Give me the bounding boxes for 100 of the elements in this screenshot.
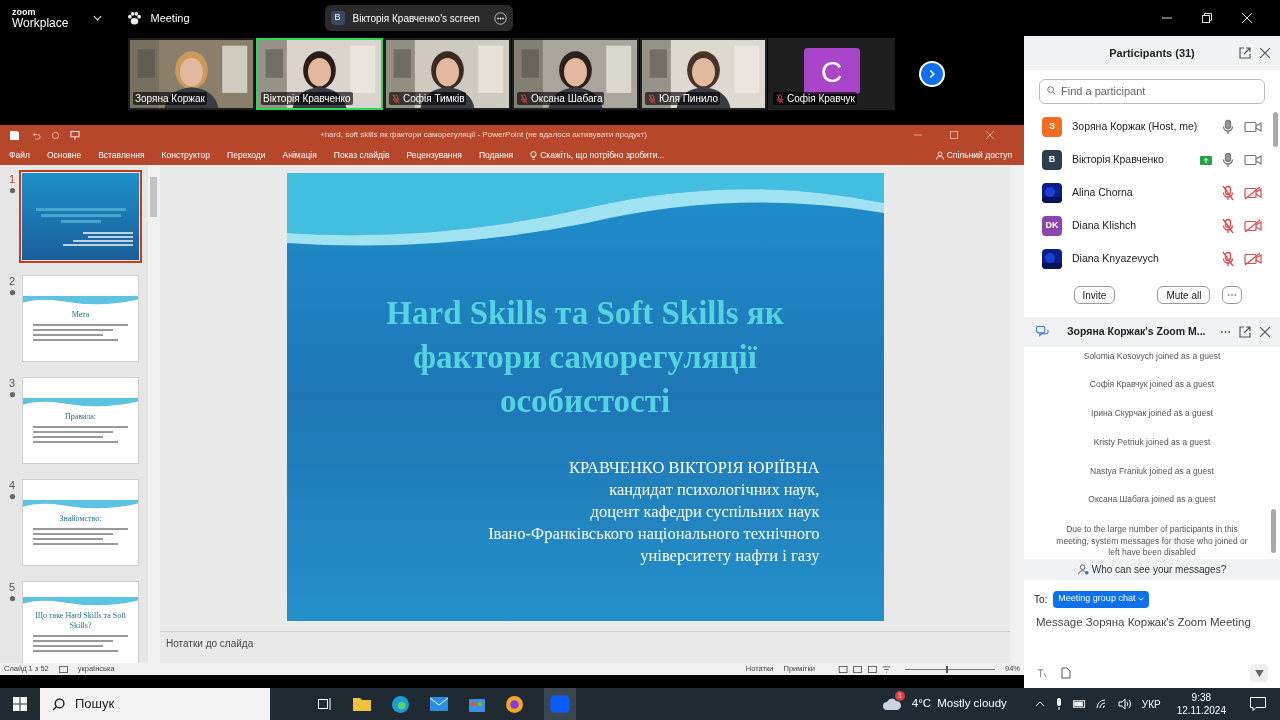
chevron-right-icon: [928, 69, 936, 79]
app-logo-subtitle: Workplace: [12, 16, 69, 29]
pop-out-icon[interactable]: [1239, 325, 1251, 338]
muted-microphone-icon: [1220, 251, 1236, 267]
participant-name: Вікторія Кравченко: [263, 92, 351, 105]
panel-button[interactable]: Mute all: [1157, 286, 1211, 304]
participant-row[interactable]: З Зоряна Коржак (Host, me): [1024, 110, 1280, 144]
slide-thumbnail[interactable]: Знайомство:: [22, 479, 139, 566]
slide-number: 2: [8, 275, 16, 287]
search-icon: [52, 697, 65, 711]
avatar-initial: C: [803, 48, 860, 94]
participant-name: Diana Knyazevych: [1072, 251, 1159, 267]
participant-row[interactable]: Alina Chorna: [1024, 176, 1280, 210]
folder-icon[interactable]: [353, 697, 371, 711]
video-tile[interactable]: Зоряна Коржак: [128, 38, 255, 110]
browser-icon[interactable]: [392, 695, 409, 713]
video-tile[interactable]: C Софія Кравчук: [768, 38, 895, 110]
pop-out-icon[interactable]: [1239, 47, 1251, 59]
more-icon[interactable]: [1221, 330, 1230, 333]
search-placeholder: Пошук: [75, 695, 115, 714]
ribbon-tab[interactable]: Рецензування: [406, 148, 462, 162]
avatar-initial: B: [1042, 150, 1062, 170]
chevron-down-icon[interactable]: [93, 15, 103, 21]
message-field[interactable]: Message Зоряна Коржак's Zoom Meeting: [1036, 613, 1268, 631]
mail-icon[interactable]: [430, 697, 448, 711]
battery-icon[interactable]: [1072, 700, 1086, 708]
store-icon[interactable]: [469, 696, 485, 712]
participant-row[interactable]: DK Diana Klishch: [1024, 209, 1280, 243]
ribbon-tab[interactable]: Основне: [46, 148, 82, 162]
slide-number: 3: [8, 377, 16, 389]
participant-name: Юля Пинило: [659, 92, 719, 105]
screen-share-pill[interactable]: B Вікторія Кравченко's screen: [324, 5, 513, 31]
browser-icon[interactable]: [506, 695, 523, 713]
scrollbar[interactable]: [1010, 165, 1024, 663]
video-tile[interactable]: Вікторія Кравченко: [256, 38, 383, 110]
microphone-icon[interactable]: [1054, 698, 1063, 710]
speaker-icon[interactable]: [1117, 698, 1132, 710]
slide-subtitle-line: кандидат психологічних наук,: [609, 479, 820, 501]
notes-pane: Нотатки до слайда: [166, 637, 254, 651]
search-field[interactable]: Find a participant: [1039, 78, 1265, 104]
file-icon[interactable]: [1061, 667, 1071, 679]
send-button[interactable]: [1250, 664, 1268, 682]
wifi-icon[interactable]: [1095, 699, 1108, 709]
panel-button[interactable]: Invite: [1073, 286, 1116, 304]
system-message: Ірина Скурчак joined as a guest: [1091, 407, 1213, 420]
taskbar-search-field[interactable]: Пошук: [40, 688, 270, 720]
weather-label: Mostly cloudy: [937, 696, 1007, 712]
zoom-slider-thumb[interactable]: [946, 665, 949, 673]
next-arrow-button[interactable]: [919, 61, 945, 87]
chevron-up-icon[interactable]: [1034, 701, 1045, 707]
ribbon-tab[interactable]: Переходи: [227, 148, 266, 162]
panel-title: Participants (31): [1109, 45, 1195, 61]
system-message: Nastya Franiuk joined as a guest: [1090, 464, 1214, 478]
recipient-dropdown[interactable]: Meeting group chat: [1053, 590, 1150, 608]
participant-row[interactable]: Diana Knyazevych: [1024, 242, 1280, 274]
video-tile[interactable]: Оксана Шабага: [512, 38, 639, 110]
participant-name: Софія Тимків: [403, 92, 465, 105]
share-button[interactable]: Спільний доступ: [935, 148, 1012, 162]
muted-microphone-icon: [647, 93, 657, 104]
avatar-initial: B: [330, 11, 345, 25]
ribbon-tab[interactable]: Анімація: [282, 148, 317, 162]
scrollbar[interactable]: [148, 165, 160, 663]
notifications-icon[interactable]: [1250, 697, 1266, 711]
maximize-icon[interactable]: [950, 131, 958, 139]
slide-subtitle-line: доцент кафедри суспільних наук: [590, 501, 820, 523]
video-tile[interactable]: Софія Тимків: [384, 38, 511, 110]
more-icon[interactable]: [493, 11, 507, 25]
muted-microphone-icon: [519, 93, 529, 104]
clock-time: 9:38: [1191, 691, 1212, 704]
spellcheck-icon[interactable]: [58, 665, 68, 673]
slideshow-icon[interactable]: [70, 130, 80, 140]
restore-icon[interactable]: [1202, 13, 1212, 23]
slide-thumbnail[interactable]: Що таке Hard Skills та Soft Skills?: [22, 581, 139, 663]
ribbon-tab[interactable]: Конструктор: [161, 148, 211, 162]
slide-thumbnail[interactable]: Мета: [22, 275, 139, 362]
ribbon-tab[interactable]: Вставлення: [98, 148, 145, 162]
chat-title: Зоряна Коржак's Zoom M...: [1067, 323, 1206, 339]
close-icon[interactable]: [1260, 326, 1270, 337]
task-view-icon[interactable]: [318, 697, 332, 711]
windows-start-icon[interactable]: [13, 697, 27, 711]
scrollbar[interactable]: [1271, 508, 1276, 553]
close-icon[interactable]: [1260, 48, 1270, 58]
save-icon[interactable]: [10, 130, 19, 140]
participant-row[interactable]: B Вікторія Кравченко: [1024, 143, 1280, 177]
format-icon[interactable]: [1036, 667, 1047, 679]
muted-microphone-icon: [391, 93, 401, 104]
ribbon-tab[interactable]: Файл: [9, 148, 30, 162]
microphone-icon: [1220, 152, 1236, 168]
more-button[interactable]: [1222, 286, 1243, 304]
participant-name: Оксана Шабага: [531, 92, 603, 105]
slide-subtitle-line: Івано-Франківського національного технічного: [488, 523, 820, 545]
slide-thumbnail[interactable]: Правила:: [22, 377, 139, 464]
system-message: Софія Кравчук joined as a guest: [1089, 378, 1215, 392]
ribbon-tab[interactable]: Подання: [478, 148, 514, 162]
video-tile[interactable]: Юля Пинило: [640, 38, 767, 110]
undo-icon[interactable]: [31, 130, 41, 140]
scrollbar[interactable]: [1273, 111, 1278, 147]
slide-thumbnail[interactable]: [22, 173, 139, 260]
ribbon-tab[interactable]: Показ слайдів: [333, 148, 390, 162]
screen-share-label: Вікторія Кравченко's screen: [352, 11, 480, 26]
